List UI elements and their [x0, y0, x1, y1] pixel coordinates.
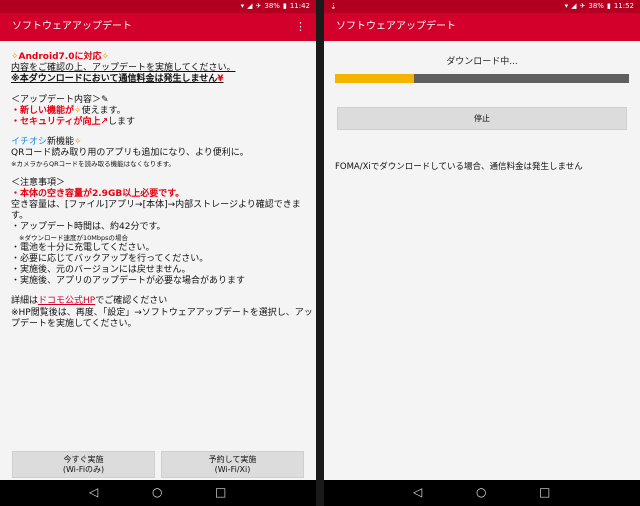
new-feature-line: ・新しい機能が✧使えます。	[11, 105, 126, 116]
update-contents-heading: ＜アップデート内容＞✎	[11, 94, 109, 105]
signal-icon: ◢	[247, 2, 253, 10]
nav-bar: ◁ ○ □	[324, 480, 640, 506]
app-bar: ソフトウェアアップデート ⋮	[0, 13, 316, 41]
clock: 11:52	[613, 2, 634, 10]
storage-check-line: 空き容量は、[ファイル]アプリ→[本体]→内部ストレージより確認できま	[11, 200, 301, 211]
wifi-icon: ▾	[240, 2, 245, 10]
storage-check-line-2: す。	[11, 211, 29, 222]
screen-downloading: ⇣ ▾ ◢ ✈ 38% ▮ 11:52 ソフトウェアアップデート ダウンロード中…	[324, 0, 640, 506]
sparkle-icon: ✧	[74, 105, 82, 116]
download-status-icon: ⇣	[330, 2, 337, 11]
no-charge-line: ※本ダウンロードにおいて通信料金は発生しません¥	[11, 74, 224, 85]
update-time-note: ※ダウンロード速度が10Mbpsの場合	[19, 233, 128, 242]
sparkle-icon: ✧	[11, 52, 19, 62]
back-icon[interactable]: ◁	[89, 485, 98, 499]
home-icon[interactable]: ○	[476, 485, 486, 499]
airplane-icon: ✈	[255, 2, 262, 10]
update-info-content: ✧Android7.0に対応✧ 内容をご確認の上、アップデートを実施してください…	[11, 52, 313, 330]
apps-line: ・実施後、アプリのアップデートが必要な場合があります	[11, 276, 246, 287]
stop-button[interactable]: 停止	[337, 107, 627, 130]
memo-icon: ✎	[101, 94, 109, 105]
status-bar: ⇣ ▾ ◢ ✈ 38% ▮ 11:52	[324, 0, 640, 13]
update-time-line: ・アップデート時間は、約42分です。	[11, 222, 166, 233]
app-bar: ソフトウェアアップデート	[324, 13, 640, 41]
overflow-menu-icon[interactable]: ⋮	[295, 13, 306, 41]
backup-line: ・必要に応じてバックアップを行ってください。	[11, 253, 209, 264]
battery-line: ・電池を十分に充電してください。	[11, 242, 155, 253]
docomo-hp-link[interactable]: ドコモ公式HP	[38, 296, 95, 306]
android-version-line: ✧Android7.0に対応✧	[11, 52, 110, 62]
hp-note-line: ※HP閲覧後は、再度、「設定」→ソフトウェアアップデートを選択し、アッ	[11, 307, 313, 318]
status-bar: ▾ ◢ ✈ 38% ▮ 11:42	[0, 0, 316, 13]
battery-icon: ▮	[282, 2, 287, 10]
wifi-icon: ▾	[564, 2, 569, 10]
download-progress-fill	[335, 74, 415, 83]
update-now-button[interactable]: 今すぐ実施 (Wi-Fiのみ)	[12, 451, 155, 478]
security-line: ・セキュリティが向上↗します	[11, 117, 136, 128]
battery-percent: 38%	[264, 2, 280, 10]
home-icon[interactable]: ○	[152, 485, 162, 499]
airplane-icon: ✈	[579, 2, 586, 10]
foma-xi-note: FOMA/Xiでダウンロードしている場合、通信料金は発生しません	[335, 162, 583, 172]
clock: 11:42	[289, 2, 310, 10]
detail-line: 詳細はドコモ公式HPでご確認ください	[11, 296, 168, 307]
revert-line: ・実施後、元のバージョンには戻せません。	[11, 265, 191, 276]
up-arrow-icon: ↗	[100, 117, 109, 128]
intro-line: 内容をご確認の上、アップデートを実施してください。	[11, 63, 236, 74]
hp-note-line-2: プデートを実施してください。	[11, 318, 137, 329]
downloading-label: ダウンロード中...	[446, 57, 518, 67]
app-title: ソフトウェアアップデート	[336, 21, 456, 32]
screen-update-info: ▾ ◢ ✈ 38% ▮ 11:42 ソフトウェアアップデート ⋮ ✧Androi…	[0, 0, 316, 506]
schedule-update-button[interactable]: 予約して実施 (Wi-Fi/Xi)	[161, 451, 304, 478]
battery-icon: ▮	[606, 2, 611, 10]
sparkle-icon: ✧	[101, 52, 110, 62]
battery-percent: 38%	[588, 2, 604, 10]
signal-icon: ◢	[571, 2, 577, 10]
sparkle-icon: ✧	[74, 137, 82, 148]
nav-bar: ◁ ○ □	[0, 480, 316, 506]
ichioshi-line: イチオシ新機能✧	[11, 137, 82, 148]
app-title: ソフトウェアアップデート	[12, 21, 132, 32]
recents-icon[interactable]: □	[215, 485, 226, 499]
notes-heading: ＜注意事項＞	[11, 177, 66, 188]
qr-note: ※カメラからQRコードを読み取る機能はなくなります。	[11, 159, 175, 168]
storage-line: ・本体の空き容量が2.9GB以上必要です。	[11, 188, 185, 199]
download-progress-bar	[335, 74, 629, 83]
qr-line: QRコード読み取り用のアプリも追加になり、より便利に。	[11, 148, 249, 159]
money-icon: ¥	[217, 74, 224, 85]
back-icon[interactable]: ◁	[413, 485, 422, 499]
recents-icon[interactable]: □	[539, 485, 550, 499]
